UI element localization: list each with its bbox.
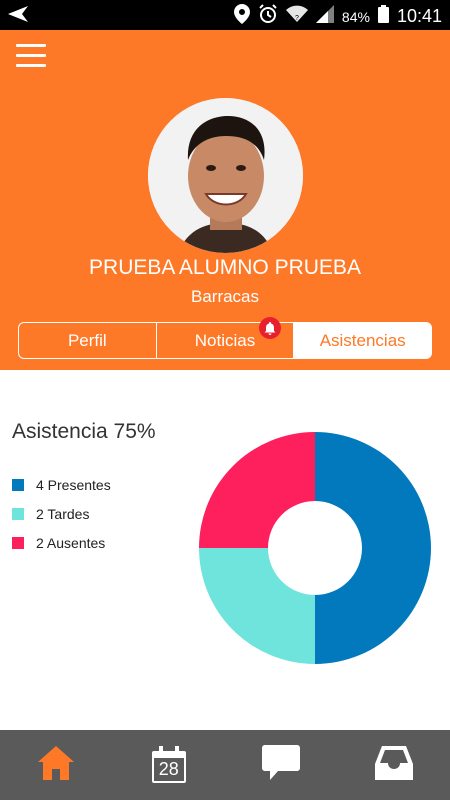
calendar-day: 28 — [158, 759, 179, 779]
legend-item-presentes: 4 Presentes — [12, 470, 111, 499]
donut-slice-2-ausentes — [199, 432, 315, 548]
tab-label: Perfil — [67, 330, 107, 350]
home-icon — [38, 745, 75, 785]
attendance-title: Asistencia 75% — [12, 420, 156, 443]
status-bar: ? 84% 10:41 — [0, 0, 450, 30]
student-location: Barracas — [190, 287, 260, 306]
tab-label: Asistencias — [319, 330, 406, 350]
legend-swatch — [12, 507, 24, 520]
clock: 10:41 — [396, 6, 442, 26]
profile-tabs: Perfil Noticias Asistencias — [18, 317, 432, 359]
wifi-icon: ? — [285, 5, 308, 28]
send-icon — [8, 6, 28, 27]
student-name: PRUEBA ALUMNO PRUEBA — [89, 256, 361, 279]
calendar-icon: 28 — [151, 746, 187, 784]
avatar — [148, 98, 303, 253]
donut-slice-2-tardes — [199, 548, 315, 664]
chat-icon — [262, 744, 301, 786]
tab-noticias[interactable]: Noticias — [155, 317, 294, 358]
alarm-icon — [258, 4, 278, 29]
legend-item-ausentes: 2 Ausentes — [12, 528, 111, 557]
signal-icon — [315, 5, 334, 28]
nav-messages[interactable] — [225, 730, 338, 800]
attendance-panel: Asistencia 75% 4 Presentes 2 Tardes 2 Au… — [0, 370, 450, 730]
battery-percentage: 84% — [341, 8, 370, 25]
inbox-icon — [374, 745, 413, 785]
hamburger-menu-button[interactable] — [16, 44, 46, 68]
nav-calendar[interactable]: 28 — [113, 730, 226, 800]
avatar-image — [148, 98, 303, 253]
bottom-navigation: 28 — [0, 730, 450, 800]
svg-text:?: ? — [295, 15, 299, 22]
legend-label: 2 Tardes — [36, 505, 90, 522]
attendance-donut-chart — [199, 432, 431, 664]
legend-item-tardes: 2 Tardes — [12, 499, 111, 528]
notification-bell-icon — [259, 317, 282, 339]
battery-icon — [377, 5, 389, 28]
legend-swatch — [12, 478, 24, 491]
nav-home[interactable] — [0, 730, 113, 800]
location-icon — [233, 4, 250, 29]
legend-label: 2 Ausentes — [36, 534, 106, 551]
chart-legend: 4 Presentes 2 Tardes 2 Ausentes — [12, 470, 111, 557]
legend-swatch — [12, 536, 24, 549]
tab-perfil[interactable]: Perfil — [19, 323, 156, 358]
nav-inbox[interactable] — [338, 730, 450, 800]
tab-asistencias[interactable]: Asistencias — [293, 323, 432, 358]
profile-header: PRUEBA ALUMNO PRUEBA Barracas Perfil Not… — [0, 30, 450, 370]
donut-slice-4-presentes — [315, 432, 431, 664]
tab-label: Noticias — [194, 330, 256, 350]
legend-label: 4 Presentes — [36, 476, 111, 493]
